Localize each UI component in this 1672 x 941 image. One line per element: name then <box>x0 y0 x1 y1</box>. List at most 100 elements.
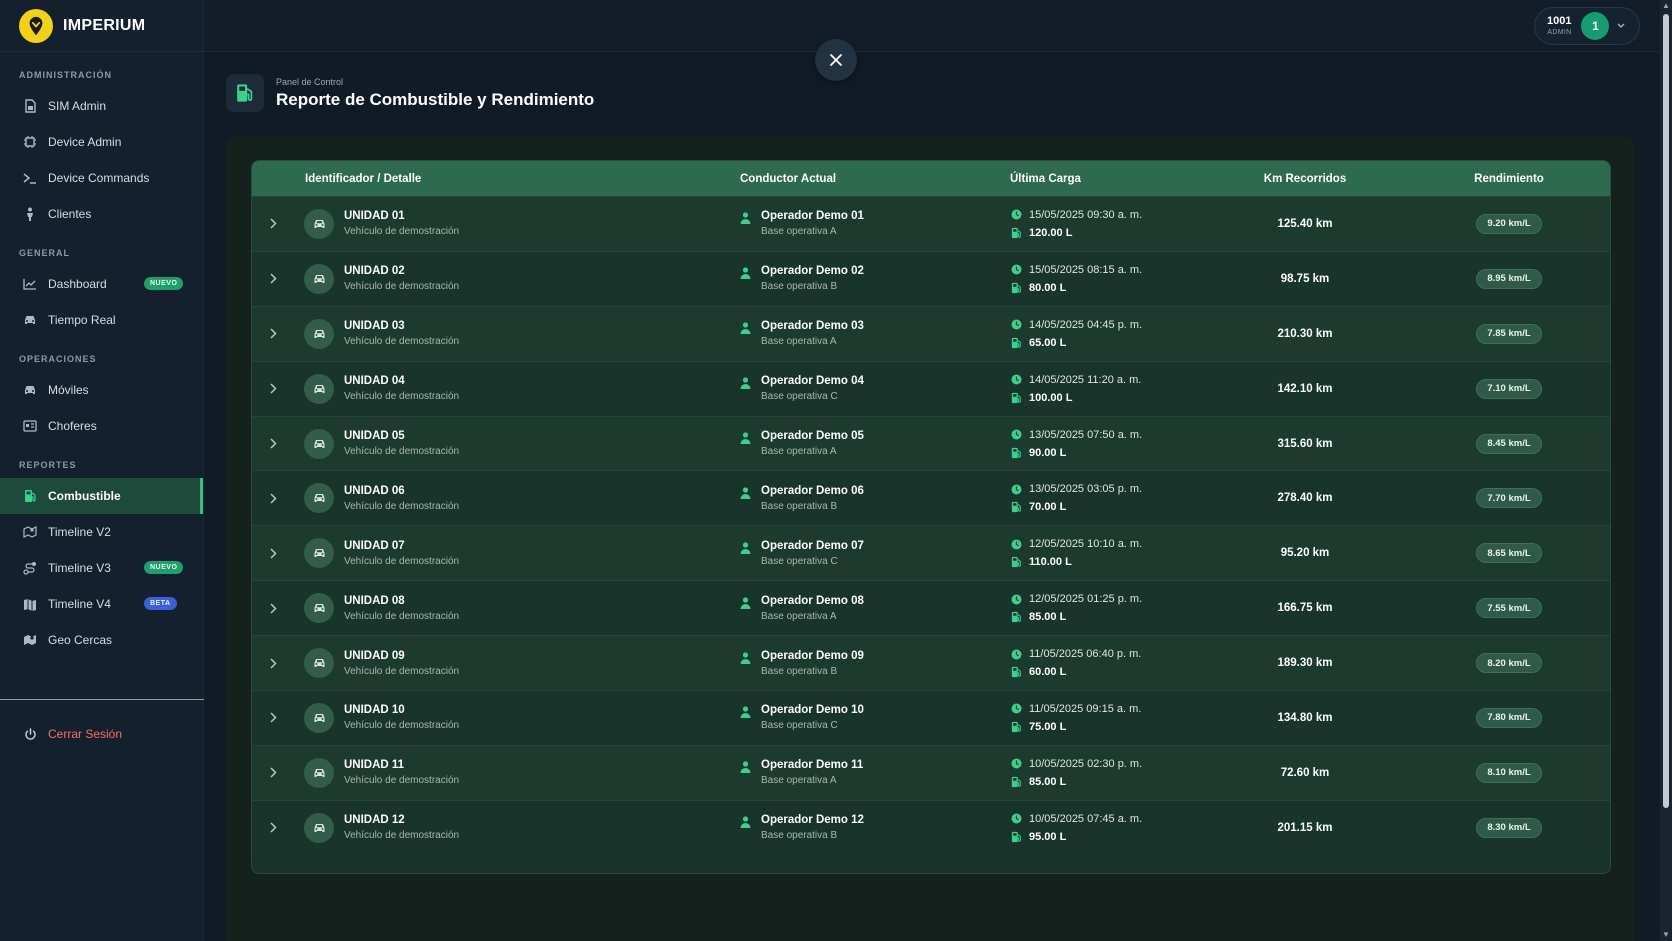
logout-divider <box>0 699 204 700</box>
scroll-down-arrow-icon[interactable]: ▼ <box>1662 931 1670 939</box>
fuel-pump-icon <box>1010 501 1022 513</box>
beta-badge: BETA <box>144 597 177 610</box>
driver-info: Operador Demo 06 Base operativa B <box>740 485 864 512</box>
last-charge: 14/05/2025 11:20 a. m. 100.00 L <box>1010 374 1141 404</box>
table-row[interactable]: UNIDAD 05 Vehículo de demostración Opera… <box>252 415 1610 471</box>
unit-detail: Vehículo de demostración <box>344 555 460 567</box>
table-row[interactable]: UNIDAD 07 Vehículo de demostración Opera… <box>252 525 1610 581</box>
sidebar-item-device-admin[interactable]: Device Admin <box>0 124 203 160</box>
unit-info: UNIDAD 02 Vehículo de demostración <box>344 265 459 292</box>
charge-liters: 100.00 L <box>1029 391 1073 404</box>
chevron-right-icon[interactable] <box>266 217 280 231</box>
fuel-pump-icon <box>1010 282 1022 294</box>
clock-icon <box>1010 758 1022 770</box>
table-row[interactable]: UNIDAD 08 Vehículo de demostración Opera… <box>252 580 1610 636</box>
unit-info: UNIDAD 03 Vehículo de demostración <box>344 320 459 347</box>
sidebar-item-timeline-v2[interactable]: Timeline V2 <box>0 514 203 550</box>
sidebar-item-clientes[interactable]: Clientes <box>0 196 203 232</box>
route-icon <box>22 560 38 576</box>
user-menu[interactable]: 1001 ADMIN 1 <box>1534 7 1640 45</box>
yield-badge: 7.55 km/L <box>1476 598 1542 619</box>
car-icon <box>304 373 334 404</box>
last-charge: 11/05/2025 09:15 a. m. 75.00 L <box>1010 703 1141 733</box>
unit-name: UNIDAD 01 <box>344 210 405 223</box>
chevron-right-icon[interactable] <box>266 437 280 451</box>
charge-date: 13/05/2025 07:50 a. m. <box>1029 428 1143 441</box>
chevron-right-icon[interactable] <box>266 711 280 725</box>
column-header-ultima-carga[interactable]: Última Carga <box>1010 173 1081 185</box>
unit-info: UNIDAD 05 Vehículo de demostración <box>344 430 459 457</box>
sidebar-item-timeline-v4[interactable]: Timeline V4 BETA <box>0 586 203 622</box>
person-icon <box>740 211 752 225</box>
column-header-km[interactable]: Km Recorridos <box>1253 173 1357 185</box>
person-icon <box>22 206 38 222</box>
sidebar-item-moviles[interactable]: Móviles <box>0 372 203 408</box>
table-row[interactable]: UNIDAD 06 Vehículo de demostración Opera… <box>252 470 1610 526</box>
table-row[interactable]: UNIDAD 09 Vehículo de demostración Opera… <box>252 635 1610 691</box>
column-header-rendimiento[interactable]: Rendimiento <box>1467 173 1551 185</box>
sidebar-item-device-commands[interactable]: Device Commands <box>0 160 203 196</box>
person-icon <box>740 431 752 444</box>
scroll-up-arrow-icon[interactable]: ▲ <box>1662 2 1670 10</box>
scrollbar-thumb[interactable] <box>1663 14 1669 808</box>
last-charge: 12/05/2025 01:25 p. m. 85.00 L <box>1010 593 1142 623</box>
yield-badge: 9.20 km/L <box>1476 213 1542 234</box>
table-row[interactable]: UNIDAD 04 Vehículo de demostración Opera… <box>252 360 1610 416</box>
brand[interactable]: IMPERIUM <box>0 0 203 52</box>
terminal-icon <box>22 170 38 186</box>
table-row[interactable]: UNIDAD 03 Vehículo de demostración Opera… <box>252 305 1610 361</box>
clock-icon <box>1010 429 1022 441</box>
scrollbar[interactable]: ▲ ▼ <box>1660 0 1672 941</box>
table-row[interactable]: UNIDAD 12 Vehículo de demostración Opera… <box>252 799 1610 855</box>
chevron-right-icon[interactable] <box>266 766 280 780</box>
clock-icon <box>1010 209 1022 221</box>
table-row[interactable]: UNIDAD 11 Vehículo de demostración Opera… <box>252 744 1610 800</box>
column-header-identificador[interactable]: Identificador / Detalle <box>305 173 421 185</box>
unit-name: UNIDAD 08 <box>344 594 405 607</box>
clock-icon <box>1010 813 1022 825</box>
unit-detail: Vehículo de demostración <box>344 720 460 732</box>
close-button[interactable] <box>815 39 857 81</box>
sidebar-item-tiempo-real[interactable]: Tiempo Real <box>0 302 203 338</box>
unit-detail: Vehículo de demostración <box>344 500 460 512</box>
breadcrumb[interactable]: Panel de Control <box>276 77 594 87</box>
sidebar-item-combustible[interactable]: Combustible <box>0 478 203 514</box>
chevron-right-icon[interactable] <box>266 491 280 505</box>
chevron-right-icon[interactable] <box>266 546 280 560</box>
person-icon <box>740 596 752 609</box>
table-row[interactable]: UNIDAD 02 Vehículo de demostración Opera… <box>252 250 1610 306</box>
chevron-right-icon[interactable] <box>266 272 280 286</box>
driver-base: Base operativa A <box>761 775 837 787</box>
unit-info: UNIDAD 08 Vehículo de demostración <box>344 595 459 622</box>
sidebar-item-sim-admin[interactable]: SIM Admin <box>0 88 203 124</box>
sidebar-item-timeline-v3[interactable]: Timeline V3 NUEVO <box>0 550 203 586</box>
charge-liters: 65.00 L <box>1029 336 1067 349</box>
sidebar-item-dashboard[interactable]: Dashboard NUEVO <box>0 266 203 302</box>
km-traveled: 142.10 km <box>1277 382 1333 395</box>
yield-badge: 8.45 km/L <box>1476 433 1542 454</box>
column-header-conductor[interactable]: Conductor Actual <box>740 173 836 185</box>
driver-name: Operador Demo 05 <box>761 430 864 442</box>
chevron-right-icon[interactable] <box>266 656 280 670</box>
unit-name: UNIDAD 02 <box>344 265 405 278</box>
sidebar-item-geo-cercas[interactable]: Geo Cercas <box>0 622 203 658</box>
unit-info: UNIDAD 11 Vehículo de demostración <box>344 759 459 786</box>
chevron-right-icon[interactable] <box>266 382 280 396</box>
charge-date: 12/05/2025 10:10 a. m. <box>1029 538 1143 551</box>
logout-button[interactable]: Cerrar Sesión <box>0 716 204 752</box>
page-header: Panel de Control Reporte de Combustible … <box>226 74 594 112</box>
clock-icon <box>1010 264 1022 276</box>
sidebar-item-choferes[interactable]: Choferes <box>0 408 203 444</box>
chevron-right-icon[interactable] <box>266 327 280 341</box>
user-role: ADMIN <box>1547 29 1572 36</box>
fuel-pump-icon <box>1010 776 1022 788</box>
table-row[interactable]: UNIDAD 01 Vehículo de demostración Opera… <box>252 196 1610 251</box>
driver-info: Operador Demo 01 Base operativa A <box>740 210 864 237</box>
chevron-right-icon[interactable] <box>266 821 280 835</box>
table-row[interactable]: UNIDAD 10 Vehículo de demostración Opera… <box>252 690 1610 745</box>
charge-date: 14/05/2025 04:45 p. m. <box>1029 318 1143 331</box>
fuel-pump-icon <box>1010 556 1022 568</box>
logout-label: Cerrar Sesión <box>48 727 123 741</box>
sidebar: IMPERIUM ADMINISTRACIÓN SIM Admin Device… <box>0 0 204 941</box>
chevron-right-icon[interactable] <box>266 601 280 615</box>
